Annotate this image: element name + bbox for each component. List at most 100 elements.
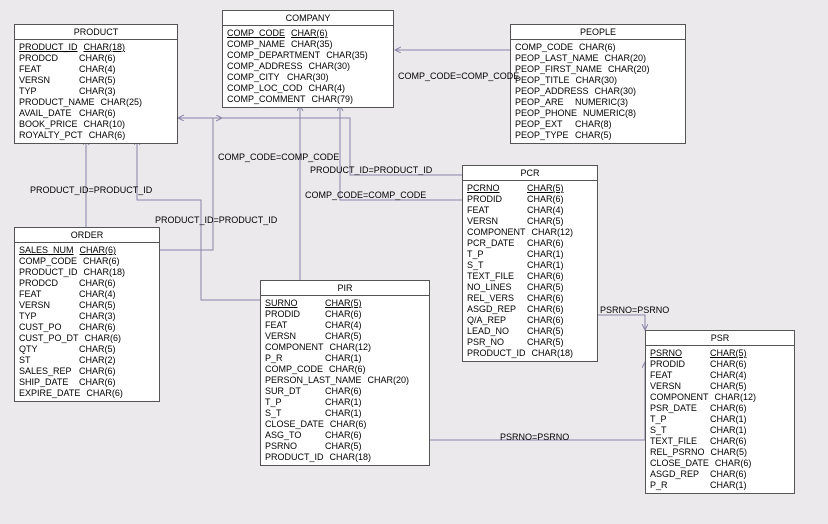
column-row[interactable]: COMP_CODECHAR(6) [19, 256, 155, 267]
column-row[interactable]: PEOP_ADDRESSCHAR(30) [515, 86, 681, 97]
column-row[interactable]: PSRNOCHAR(5) [265, 441, 425, 452]
column-row[interactable]: COMP_CITYCHAR(30) [227, 72, 389, 83]
column-row[interactable]: SUR_DTCHAR(6) [265, 386, 425, 397]
column-row[interactable]: T_PCHAR(1) [467, 249, 593, 260]
column-row[interactable]: S_TCHAR(1) [467, 260, 593, 271]
column-row[interactable]: COMP_ADDRESSCHAR(30) [227, 61, 389, 72]
column-row[interactable]: S_TCHAR(1) [650, 425, 790, 436]
column-row[interactable]: CUST_PO_DTCHAR(6) [19, 333, 155, 344]
entity-company[interactable]: COMPANY COMP_CODECHAR(6)COMP_NAMECHAR(35… [222, 10, 394, 108]
column-row[interactable]: T_PCHAR(1) [265, 397, 425, 408]
column-row[interactable]: ASG_TOCHAR(6) [265, 430, 425, 441]
column-row[interactable]: FEATCHAR(4) [650, 370, 790, 381]
column-row[interactable]: PRODCDCHAR(6) [19, 278, 155, 289]
column-row[interactable]: COMP_DEPARTMENTCHAR(35) [227, 50, 389, 61]
column-name: COMP_CODE [265, 364, 329, 375]
column-row[interactable]: TYPCHAR(3) [19, 86, 173, 97]
column-row[interactable]: FEATCHAR(4) [19, 289, 155, 300]
column-row[interactable]: PRODIDCHAR(6) [265, 309, 425, 320]
column-row[interactable]: FEATCHAR(4) [19, 64, 173, 75]
column-row[interactable]: PEOP_FIRST_NAMECHAR(20) [515, 64, 681, 75]
column-row[interactable]: COMPONENTCHAR(12) [265, 342, 425, 353]
column-row[interactable]: PEOP_TITLECHAR(30) [515, 75, 681, 86]
column-row[interactable]: SALES_REPCHAR(6) [19, 366, 155, 377]
column-row[interactable]: BOOK_PRICECHAR(10) [19, 119, 173, 130]
column-row[interactable]: PRODUCT_IDCHAR(18) [467, 348, 593, 359]
column-row[interactable]: CLOSE_DATECHAR(6) [265, 419, 425, 430]
column-row[interactable]: COMP_CODECHAR(6) [227, 28, 389, 39]
column-row[interactable]: PRODUCT_NAMECHAR(25) [19, 97, 173, 108]
column-row[interactable]: PRODIDCHAR(6) [467, 194, 593, 205]
column-row[interactable]: COMP_CODECHAR(6) [515, 42, 681, 53]
column-type: CHAR(1) [710, 414, 747, 425]
column-row[interactable]: S_TCHAR(1) [265, 408, 425, 419]
column-row[interactable]: TEXT_FILECHAR(6) [467, 271, 593, 282]
column-row[interactable]: COMP_CODECHAR(6) [265, 364, 425, 375]
column-type: CHAR(20) [368, 375, 410, 386]
column-row[interactable]: SHIP_DATECHAR(6) [19, 377, 155, 388]
column-row[interactable]: TEXT_FILECHAR(6) [650, 436, 790, 447]
column-row[interactable]: LEAD_NOCHAR(5) [467, 326, 593, 337]
column-row[interactable]: QTYCHAR(5) [19, 344, 155, 355]
column-row[interactable]: PRODUCT_IDCHAR(18) [19, 267, 155, 278]
column-row[interactable]: PEOP_PHONENUMERIC(8) [515, 108, 681, 119]
column-row[interactable]: COMP_NAMECHAR(35) [227, 39, 389, 50]
column-row[interactable]: PRODUCT_IDCHAR(18) [265, 452, 425, 463]
column-name: PEOP_TITLE [515, 75, 576, 86]
column-row[interactable]: PSR_NOCHAR(5) [467, 337, 593, 348]
column-name: P_R [650, 480, 710, 491]
column-row[interactable]: VERSNCHAR(5) [19, 300, 155, 311]
column-row[interactable]: EXPIRE_DATECHAR(6) [19, 388, 155, 399]
column-row[interactable]: VERSNCHAR(5) [265, 331, 425, 342]
column-name: VERSN [19, 300, 79, 311]
column-name: PRODCD [19, 278, 79, 289]
column-row[interactable]: PRODCDCHAR(6) [19, 53, 173, 64]
column-row[interactable]: COMPONENTCHAR(12) [650, 392, 790, 403]
column-row[interactable]: VERSNCHAR(5) [19, 75, 173, 86]
column-row[interactable]: ASGD_REPCHAR(6) [650, 469, 790, 480]
column-row[interactable]: FEATCHAR(4) [265, 320, 425, 331]
column-row[interactable]: VERSNCHAR(5) [650, 381, 790, 392]
column-type: CHAR(6) [79, 322, 116, 333]
column-row[interactable]: CUST_POCHAR(6) [19, 322, 155, 333]
column-row[interactable]: STCHAR(2) [19, 355, 155, 366]
column-row[interactable]: COMP_COMMENTCHAR(79) [227, 94, 389, 105]
column-row[interactable]: COMP_LOC_CODCHAR(4) [227, 83, 389, 94]
column-name: PEOP_ARE [515, 97, 575, 108]
column-row[interactable]: PRODUCT_IDCHAR(18) [19, 42, 173, 53]
entity-pcr[interactable]: PCR PCRNOCHAR(5)PRODIDCHAR(6)FEATCHAR(4)… [462, 165, 598, 362]
column-row[interactable]: PRODIDCHAR(6) [650, 359, 790, 370]
column-row[interactable]: VERSNCHAR(5) [467, 216, 593, 227]
column-row[interactable]: PERSON_LAST_NAMECHAR(20) [265, 375, 425, 386]
column-row[interactable]: FEATCHAR(4) [467, 205, 593, 216]
entity-product[interactable]: PRODUCT PRODUCT_IDCHAR(18)PRODCDCHAR(6)F… [14, 24, 178, 144]
column-name: PEOP_FIRST_NAME [515, 64, 608, 75]
entity-pir[interactable]: PIR SURNOCHAR(5)PRODIDCHAR(6)FEATCHAR(4)… [260, 280, 430, 466]
column-row[interactable]: SALES_NUMCHAR(6) [19, 245, 155, 256]
column-row[interactable]: PSRNOCHAR(5) [650, 348, 790, 359]
column-row[interactable]: T_PCHAR(1) [650, 414, 790, 425]
column-row[interactable]: PSR_DATECHAR(6) [650, 403, 790, 414]
column-row[interactable]: REL_VERSCHAR(6) [467, 293, 593, 304]
column-row[interactable]: ROYALTY_PCTCHAR(6) [19, 130, 173, 141]
column-row[interactable]: NO_LINESCHAR(5) [467, 282, 593, 293]
column-row[interactable]: P_RCHAR(1) [265, 353, 425, 364]
column-row[interactable]: PEOP_TYPECHAR(5) [515, 130, 681, 141]
entity-people[interactable]: PEOPLE COMP_CODECHAR(6)PEOP_LAST_NAMECHA… [510, 24, 686, 144]
column-row[interactable]: PEOP_EXTCHAR(8) [515, 119, 681, 130]
column-row[interactable]: CLOSE_DATECHAR(6) [650, 458, 790, 469]
column-row[interactable]: AVAIL_DATECHAR(6) [19, 108, 173, 119]
entity-order[interactable]: ORDER SALES_NUMCHAR(6)COMP_CODECHAR(6)PR… [14, 227, 160, 402]
column-row[interactable]: PEOP_LAST_NAMECHAR(20) [515, 53, 681, 64]
column-row[interactable]: PCR_DATECHAR(6) [467, 238, 593, 249]
column-row[interactable]: PEOP_ARENUMERIC(3) [515, 97, 681, 108]
column-row[interactable]: REL_PSRNOCHAR(5) [650, 447, 790, 458]
column-row[interactable]: P_RCHAR(1) [650, 480, 790, 491]
column-row[interactable]: SURNOCHAR(5) [265, 298, 425, 309]
entity-psr[interactable]: PSR PSRNOCHAR(5)PRODIDCHAR(6)FEATCHAR(4)… [645, 330, 795, 494]
column-row[interactable]: TYPCHAR(3) [19, 311, 155, 322]
column-row[interactable]: PCRNOCHAR(5) [467, 183, 593, 194]
column-row[interactable]: Q/A_REPCHAR(6) [467, 315, 593, 326]
column-row[interactable]: COMPONENTCHAR(12) [467, 227, 593, 238]
column-row[interactable]: ASGD_REPCHAR(6) [467, 304, 593, 315]
